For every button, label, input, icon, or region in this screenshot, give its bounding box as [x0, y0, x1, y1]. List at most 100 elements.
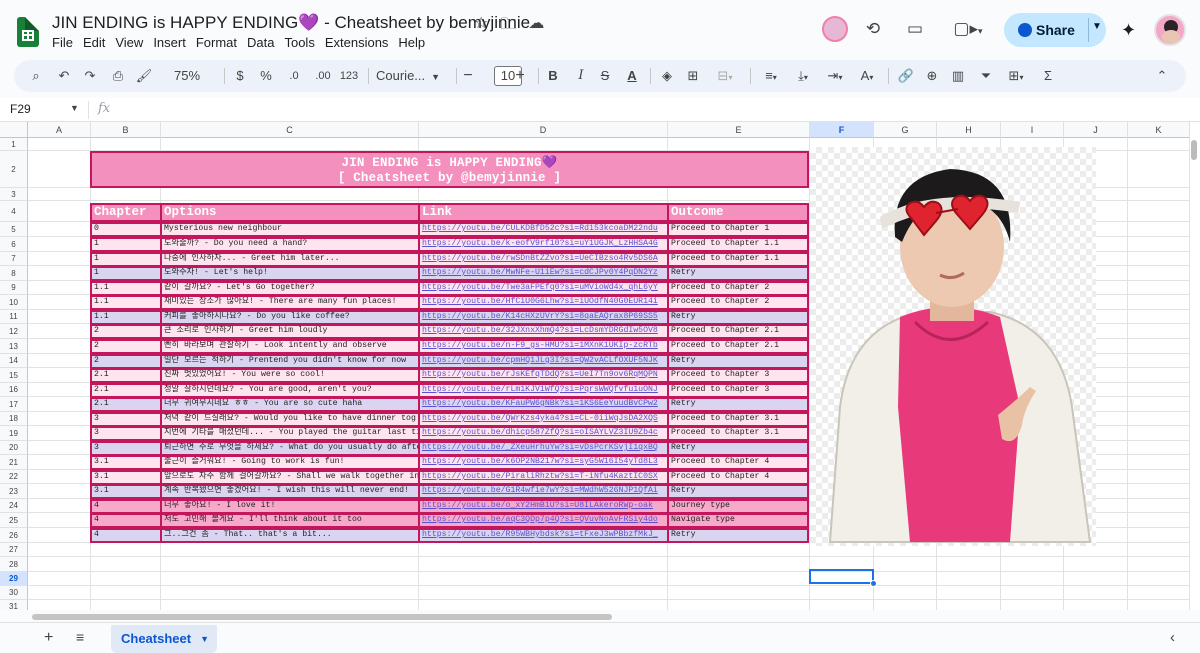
more-formats-button[interactable]: 123: [338, 60, 360, 92]
row-header-20[interactable]: 20: [0, 441, 28, 455]
link-cell[interactable]: https://youtu.be/_ZXeuHrhuYw?si=vDsPcrKS…: [418, 441, 669, 456]
column-header-k[interactable]: K: [1128, 122, 1190, 138]
side-panel-toggle-icon[interactable]: ‹: [1170, 629, 1175, 646]
row-header-25[interactable]: 25: [0, 513, 28, 528]
font-select[interactable]: Courie... ▼: [376, 60, 454, 92]
column-header-b[interactable]: B: [91, 122, 161, 138]
menu-extensions[interactable]: Extensions: [325, 35, 397, 50]
cloud-status-icon[interactable]: ☁: [528, 13, 544, 40]
chapter-cell[interactable]: 2: [90, 339, 162, 354]
row-header-8[interactable]: 8: [0, 266, 28, 281]
outcome-cell[interactable]: Retry: [667, 354, 809, 369]
menu-edit[interactable]: Edit: [83, 35, 113, 50]
filter-views-icon[interactable]: ⊞▾: [1002, 60, 1030, 92]
outcome-cell[interactable]: Retry: [667, 484, 809, 499]
option-cell[interactable]: Mysterious new neighbour: [160, 222, 420, 237]
chapter-cell[interactable]: 4: [90, 513, 162, 528]
option-cell[interactable]: 저녁 같이 드실래요? - Would you like to have din…: [160, 412, 420, 427]
option-cell[interactable]: 저도 고민해 볼게요 - I'll think about it too: [160, 513, 420, 528]
column-header-a[interactable]: A: [28, 122, 91, 138]
column-header-g[interactable]: G: [874, 122, 937, 138]
text-wrapping-icon[interactable]: ⇥▾: [822, 60, 848, 92]
chapter-cell[interactable]: 3: [90, 412, 162, 427]
chapter-cell[interactable]: 1.1: [90, 310, 162, 325]
document-title[interactable]: JIN ENDING is HAPPY ENDING💜 - Cheatsheet…: [52, 13, 530, 33]
link-cell[interactable]: https://youtu.be/G1R4wfie7wY?si=MWdhW526…: [418, 484, 669, 499]
link-cell[interactable]: https://youtu.be/QWrKzs4yka4?si=CL-0iiWq…: [418, 412, 669, 427]
row-header-12[interactable]: 12: [0, 324, 28, 339]
option-cell[interactable]: 같이 갈까요? - Let's Go together?: [160, 281, 420, 296]
option-cell[interactable]: 일단 모르는 척하기 - Prentend you didn't know fo…: [160, 354, 420, 369]
format-currency-button[interactable]: $: [232, 60, 248, 92]
link-cell[interactable]: https://youtu.be/rLm1KJV1WfQ?si=PqrsWWQf…: [418, 383, 669, 398]
option-cell[interactable]: 진짜 멋있었어요! - You were so cool!: [160, 368, 420, 383]
outcome-cell[interactable]: Retry: [667, 310, 809, 325]
chapter-cell[interactable]: 2: [90, 354, 162, 369]
option-cell[interactable]: 너무 좋아요! - I love it!: [160, 499, 420, 514]
meet-video-icon[interactable]: ▢▸▾: [948, 16, 988, 42]
outcome-cell[interactable]: Proceed to Chapter 4: [667, 470, 809, 485]
share-dropdown-icon[interactable]: ▼: [1092, 21, 1102, 32]
column-header-c[interactable]: C: [161, 122, 419, 138]
column-header-e[interactable]: E: [668, 122, 810, 138]
outcome-cell[interactable]: Retry: [667, 266, 809, 281]
fill-color-icon[interactable]: ◈: [658, 60, 676, 92]
option-cell[interactable]: 도와주자! - Let's help!: [160, 266, 420, 281]
chapter-cell[interactable]: 2.1: [90, 368, 162, 383]
link-cell[interactable]: https://youtu.be/CULKDBfD52c?si=Rd153kco…: [418, 222, 669, 237]
option-cell[interactable]: 그..그건 좀 - That.. that's a bit...: [160, 528, 420, 543]
row-header-28[interactable]: 28: [0, 557, 28, 572]
vertical-scrollbar-thumb[interactable]: [1191, 140, 1197, 160]
outcome-cell[interactable]: Retry: [667, 441, 809, 456]
strikethrough-button[interactable]: S: [598, 60, 612, 92]
option-cell[interactable]: 계속 반복됐으면 좋겠어요! - I wish this will never …: [160, 484, 420, 499]
menu-tools[interactable]: Tools: [284, 35, 322, 50]
row-header-16[interactable]: 16: [0, 383, 28, 397]
all-sheets-menu-icon[interactable]: ≡: [76, 629, 84, 645]
row-header-31[interactable]: 31: [0, 600, 28, 610]
row-header-2[interactable]: 2: [0, 151, 28, 188]
selected-cell-f29[interactable]: [809, 569, 874, 584]
formula-input[interactable]: [124, 101, 1184, 119]
star-icon[interactable]: ☆: [474, 13, 488, 40]
row-header-10[interactable]: 10: [0, 295, 28, 310]
horizontal-scrollbar-thumb[interactable]: [32, 614, 612, 620]
row-header-26[interactable]: 26: [0, 528, 28, 543]
link-cell[interactable]: https://youtu.be/K14cHXzUVrY?si=8qaEAQra…: [418, 310, 669, 325]
option-cell[interactable]: 앞으로도 자주 함께 걸어갈까요? - Shall we walk togeth…: [160, 470, 420, 485]
outcome-cell[interactable]: Proceed to Chapter 3: [667, 368, 809, 383]
chapter-cell[interactable]: 1: [90, 252, 162, 267]
link-cell[interactable]: https://youtu.be/R95WBHybdsk?si=tFxeJ3wP…: [418, 528, 669, 543]
chapter-cell[interactable]: 1.1: [90, 281, 162, 296]
outcome-cell[interactable]: Proceed to Chapter 2: [667, 295, 809, 310]
link-cell[interactable]: https://youtu.be/HfCiU0G6Lhw?si=iUOdfN40…: [418, 295, 669, 310]
sheets-logo-icon[interactable]: [17, 17, 39, 47]
outcome-cell[interactable]: Proceed to Chapter 2.1: [667, 324, 809, 339]
outcome-cell[interactable]: Navigate type: [667, 513, 809, 528]
outcome-cell[interactable]: Proceed to Chapter 2: [667, 281, 809, 296]
row-header-13[interactable]: 13: [0, 339, 28, 354]
add-sheet-button[interactable]: +: [44, 629, 53, 647]
version-history-icon[interactable]: ⟲: [860, 16, 886, 42]
user-avatar[interactable]: [1154, 14, 1186, 46]
link-cell[interactable]: https://youtu.be/Twe3aFPEfq0?si=uMVioWd4…: [418, 281, 669, 296]
outcome-cell[interactable]: Proceed to Chapter 4: [667, 455, 809, 470]
row-header-14[interactable]: 14: [0, 354, 28, 368]
column-header-j[interactable]: J: [1064, 122, 1128, 138]
decrease-font-size-button[interactable]: −: [460, 60, 476, 92]
text-rotation-icon[interactable]: A▾: [854, 60, 880, 92]
chapter-cell[interactable]: 3: [90, 441, 162, 456]
row-header-18[interactable]: 18: [0, 412, 28, 426]
option-cell[interactable]: 퇴근하면 주로 무엇을 하세요? - What do you usually d…: [160, 441, 420, 456]
italic-button[interactable]: I: [574, 60, 588, 92]
menu-view[interactable]: View: [115, 35, 151, 50]
option-cell[interactable]: 너무 귀여우시네요 ㅎㅎ - You are so cute haha: [160, 397, 420, 412]
chapter-cell[interactable]: 4: [90, 499, 162, 514]
row-header-4[interactable]: 4: [0, 201, 28, 222]
gemini-sparkle-icon[interactable]: ✦: [1121, 20, 1136, 41]
merge-cells-icon[interactable]: ⊟▾: [710, 60, 740, 92]
outcome-cell[interactable]: Proceed to Chapter 1.1: [667, 237, 809, 252]
row-header-27[interactable]: 27: [0, 543, 28, 557]
row-header-24[interactable]: 24: [0, 499, 28, 513]
menu-file[interactable]: File: [52, 35, 81, 50]
